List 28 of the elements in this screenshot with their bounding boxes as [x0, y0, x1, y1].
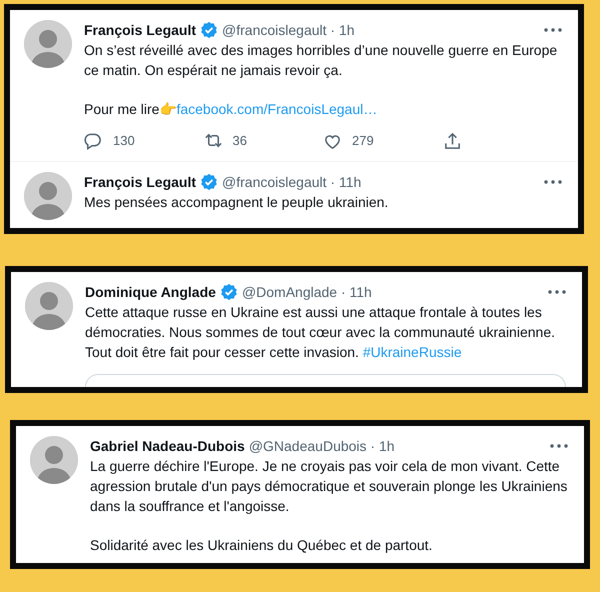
more-options-icon[interactable] [548, 290, 566, 294]
more-options-icon[interactable] [544, 180, 562, 184]
action-count: 279 [352, 132, 374, 150]
author-name[interactable]: Gabriel Nadeau-Dubois [90, 436, 245, 456]
avatar-silhouette [24, 172, 72, 220]
more-options-icon[interactable] [544, 28, 562, 32]
tweet-text: La guerre déchire l'Europe. Je ne croyais pas voir cela de mon vivant. Cette agression brutale d'un pays démocratique et souverain plonge les Ukrainiens dans la souffrance et l'angoisse. [90, 457, 568, 516]
avatar-silhouette [25, 282, 73, 330]
tweet-text: Cette attaque russe en Ukraine est aussi une attaque frontale à toutes les démocraties. Nous sommes de tout cœur avec la communauté ukrainienne. Tout doit être fait pour cesser cette invasion. #UkraineRussie [85, 303, 556, 362]
retweet-icon[interactable] [204, 132, 222, 150]
avatar-silhouette [24, 20, 72, 68]
more-options-icon[interactable] [550, 444, 568, 448]
tweet-text: Mes pensées accompagnent le peuple ukrainien. [84, 193, 390, 212]
author-name[interactable]: Dominique Anglade [85, 282, 216, 302]
reply-icon[interactable] [84, 132, 103, 150]
tweet-text: On s’est réveillé avec des images horribles d’une nouvelle guerre en Europe ce matin. On espérait ne jamais revoir ça. [84, 41, 558, 80]
handle-and-time: @GNadeauDubois · 1h [248, 437, 395, 456]
author-name[interactable]: François Legault [84, 20, 196, 40]
author-name[interactable]: François Legault [84, 172, 196, 192]
share-icon[interactable] [442, 132, 462, 150]
tweet-text: Solidarité avec les Ukrainiens du Québec et de partout. [90, 536, 434, 555]
tweet-text: Pour me lire👉facebook.com/FrancoisLegaul… [84, 100, 378, 119]
handle-and-time: @francoislegault · 11h [222, 173, 362, 192]
action-count: 36 [232, 132, 247, 150]
action-count: 130 [113, 132, 135, 150]
handle-and-time: @DomAnglade · 11h [242, 283, 372, 302]
handle-and-time: @francoislegault · 1h [222, 21, 355, 40]
avatar-silhouette [30, 436, 78, 484]
